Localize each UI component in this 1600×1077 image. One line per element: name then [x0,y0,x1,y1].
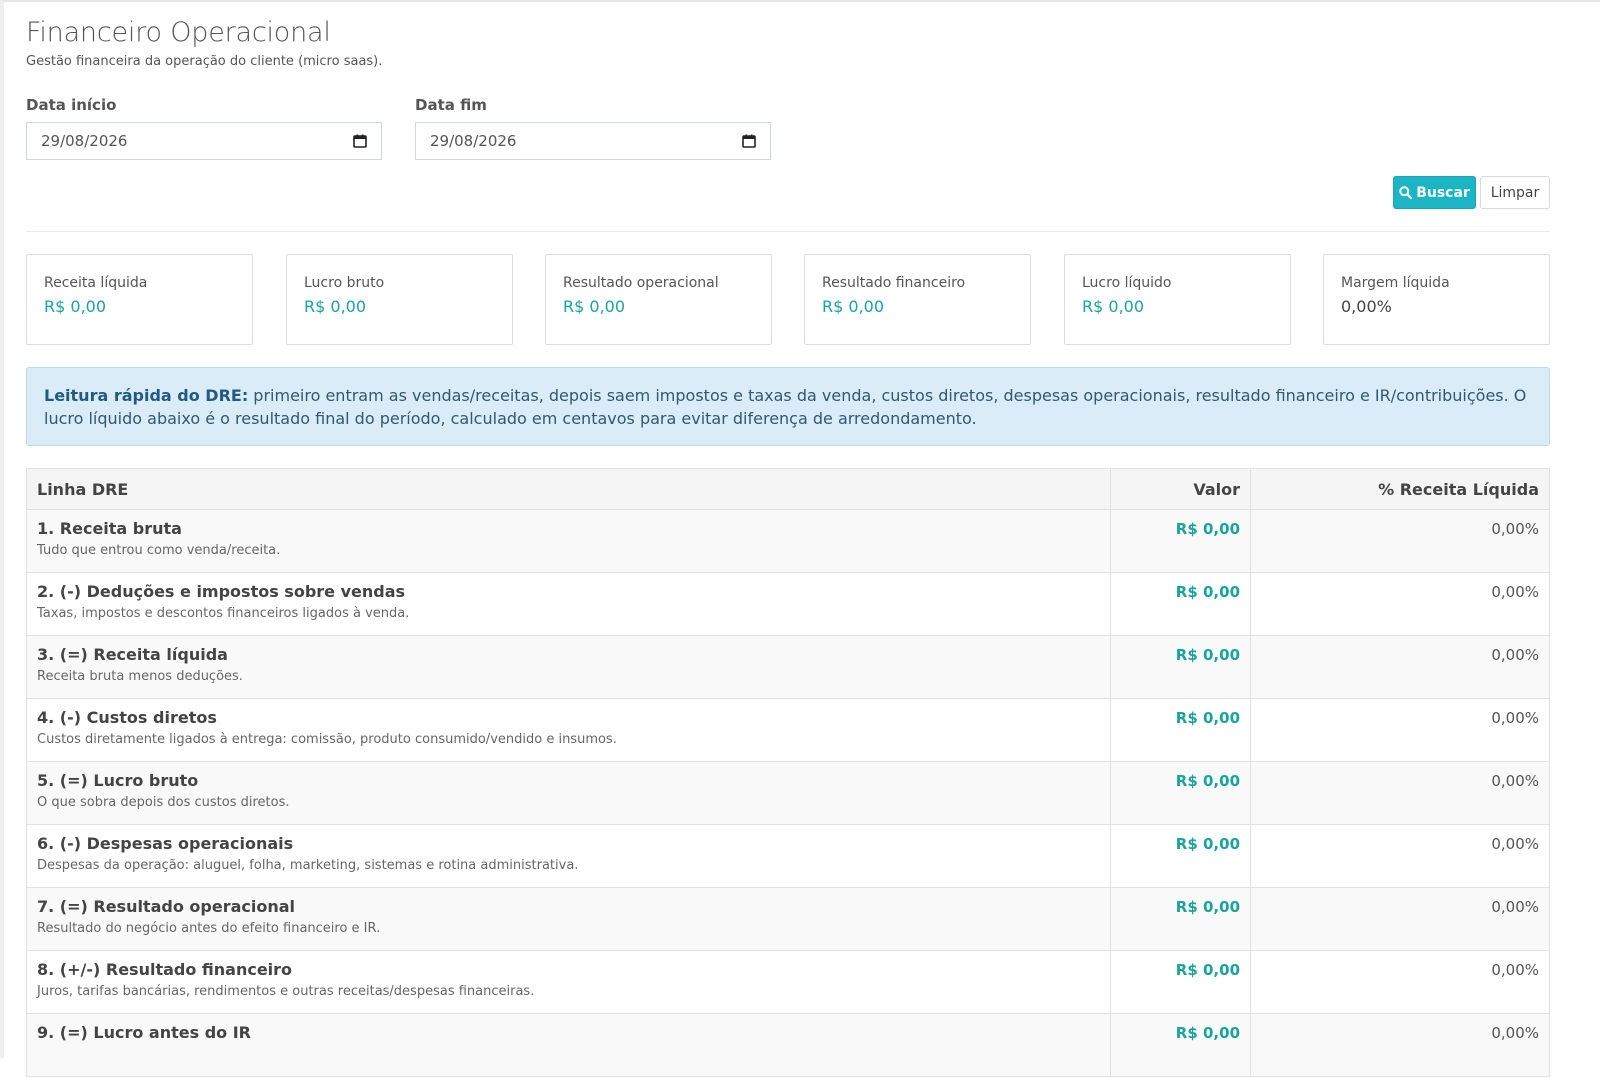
row-desc: Taxas, impostos e descontos financeiros … [37,606,410,621]
search-icon [1399,186,1413,199]
card-label: Receita líquida [44,275,148,291]
row-percent: 0,00% [1491,1024,1539,1042]
search-button-label: Buscar [1416,184,1470,201]
row-desc: Despesas da operação: aluguel, folha, ma… [37,858,579,873]
header-valor: Valor [1111,469,1251,509]
card-label: Lucro bruto [304,275,385,291]
end-date-label: Data fim [415,96,487,114]
header-linha-dre: Linha DRE [27,469,1111,509]
card-lucro-liquido: Lucro líquido R$ 0,00 [1064,254,1291,345]
row-value: R$ 0,00 [1175,898,1240,916]
row-percent: 0,00% [1491,772,1539,790]
row-desc: O que sobra depois dos custos diretos. [37,795,290,810]
card-value: R$ 0,00 [563,297,626,316]
table-row: 7. (=) Resultado operacional Resultado do… [27,888,1549,951]
row-value: R$ 0,00 [1175,961,1240,979]
row-value: R$ 0,00 [1175,520,1240,538]
row-title: 7. (=) Resultado operacional [37,897,296,916]
row-value: R$ 0,00 [1175,772,1240,790]
row-desc: Tudo que entrou como venda/receita. [37,543,281,558]
row-title: 2. (-) Deduções e impostos sobre vendas [37,582,406,601]
table-row: 6. (-) Despesas operacionais Despesas da … [27,825,1549,888]
row-value: R$ 0,00 [1175,709,1240,727]
row-title: 6. (-) Despesas operacionais [37,834,294,853]
card-value: 0,00% [1341,297,1392,316]
info-text: primeiro entram as vendas/receitas, depo… [44,386,1527,428]
card-margem-liquida: Margem líquida 0,00% [1323,254,1550,345]
start-date-label: Data início [26,96,117,114]
row-value: R$ 0,00 [1175,835,1240,853]
row-value: R$ 0,00 [1175,646,1240,664]
row-title: 9. (=) Lucro antes do IR [37,1023,251,1042]
calendar-icon[interactable] [353,134,367,148]
card-receita-liquida: Receita líquida R$ 0,00 [26,254,253,345]
card-lucro-bruto: Lucro bruto R$ 0,00 [286,254,513,345]
card-value: R$ 0,00 [822,297,885,316]
table-row: 2. (-) Deduções e impostos sobre vendas T… [27,573,1549,636]
start-date-input[interactable]: 29/08/2026 [26,122,382,160]
row-desc: Juros, tarifas bancárias, rendimentos e … [37,984,535,999]
info-bold: Leitura rápida do DRE: [44,386,249,405]
row-desc: Receita bruta menos deduções. [37,669,243,684]
card-value: R$ 0,00 [304,297,367,316]
row-title: 1. Receita bruta [37,519,182,538]
card-label: Margem líquida [1341,275,1450,291]
clear-button[interactable]: Limpar [1480,176,1550,209]
card-resultado-operacional: Resultado operacional R$ 0,00 [545,254,772,345]
row-percent: 0,00% [1491,520,1539,538]
card-label: Resultado operacional [563,275,719,291]
table-row: 3. (=) Receita líquida Receita bruta meno… [27,636,1549,699]
row-desc: Resultado do negócio antes do efeito fin… [37,921,381,936]
divider [26,231,1550,232]
card-label: Lucro líquido [1082,275,1172,291]
row-value: R$ 0,00 [1175,583,1240,601]
card-value: R$ 0,00 [1082,297,1145,316]
calendar-icon[interactable] [742,134,756,148]
page-subtitle: Gestão financeira da operação do cliente… [26,54,383,69]
row-percent: 0,00% [1491,646,1539,664]
row-title: 4. (-) Custos diretos [37,708,217,727]
row-percent: 0,00% [1491,898,1539,916]
table-row: 9. (=) Lucro antes do IR R$ 0,00 0,00% [27,1014,1549,1077]
card-label: Resultado financeiro [822,275,966,291]
end-date-input[interactable]: 29/08/2026 [415,122,771,160]
end-date-value: 29/08/2026 [430,132,517,150]
row-title: 8. (+/-) Resultado financeiro [37,960,293,979]
search-button[interactable]: Buscar [1393,176,1476,209]
row-title: 5. (=) Lucro bruto [37,771,199,790]
dre-table: Linha DRE Valor % Receita Líquida 1. Rec… [26,468,1550,1077]
row-percent: 0,00% [1491,835,1539,853]
table-row: 1. Receita bruta Tudo que entrou como ven… [27,510,1549,573]
card-value: R$ 0,00 [44,297,107,316]
start-date-value: 29/08/2026 [41,132,128,150]
card-resultado-financeiro: Resultado financeiro R$ 0,00 [804,254,1031,345]
page-title: Financeiro Operacional [26,17,331,48]
header-percent: % Receita Líquida [1378,480,1539,499]
table-row: 5. (=) Lucro bruto O que sobra depois dos… [27,762,1549,825]
table-header: Linha DRE Valor % Receita Líquida [27,469,1549,510]
row-desc: Custos diretamente ligados à entrega: co… [37,732,617,747]
row-percent: 0,00% [1491,709,1539,727]
row-title: 3. (=) Receita líquida [37,645,228,664]
table-row: 8. (+/-) Resultado financeiro Juros, tari… [27,951,1549,1014]
financeiro-page: Financeiro Operacional Gestão financeira… [0,0,1600,1077]
row-percent: 0,00% [1491,583,1539,601]
dre-info-alert: Leitura rápida do DRE: primeiro entram a… [26,367,1550,446]
table-row: 4. (-) Custos diretos Custos diretamente … [27,699,1549,762]
row-value: R$ 0,00 [1175,1024,1240,1042]
row-percent: 0,00% [1491,961,1539,979]
